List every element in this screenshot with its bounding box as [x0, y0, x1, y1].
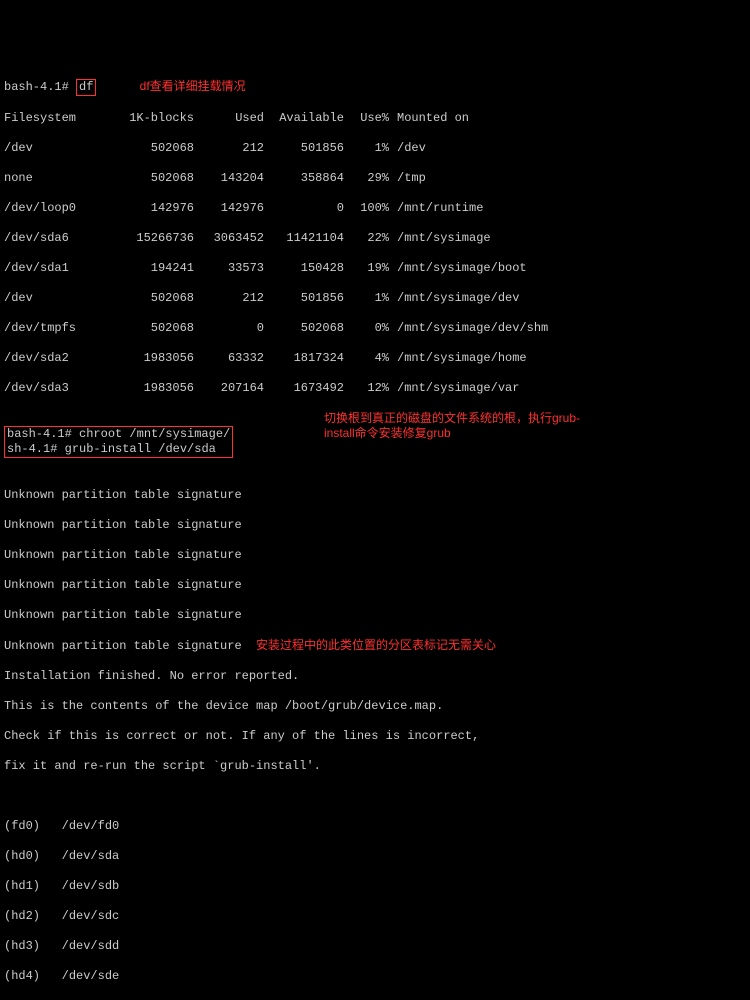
partition-msg: Unknown partition table signature	[4, 488, 746, 503]
devmap-text: Check if this is correct or not. If any …	[4, 729, 746, 744]
cmd-grub-box: bash-4.1# chroot /mnt/sysimage/ sh-4.1# …	[4, 426, 233, 458]
devmap-row: (hd4) /dev/sde	[4, 969, 746, 984]
devmap-text: fix it and re-run the script `grub-insta…	[4, 759, 746, 774]
df-header: Filesystem1K-blocksUsedAvailableUse%Moun…	[4, 111, 746, 126]
df-row: /dev/sda61526673630634521142110422%/mnt/…	[4, 231, 746, 246]
devmap-row: (fd0) /dev/fd0	[4, 819, 746, 834]
devmap-row: (hd3) /dev/sdd	[4, 939, 746, 954]
cmd-df: df	[76, 79, 96, 96]
partition-msg: Unknown partition table signature	[4, 578, 746, 593]
partition-msg: Unknown partition table signature	[4, 548, 746, 563]
anno-df: df查看详细挂载情况	[140, 79, 246, 93]
df-row: /dev5020682125018561%/dev	[4, 141, 746, 156]
devmap-text: This is the contents of the device map /…	[4, 699, 746, 714]
df-row: none50206814320435886429%/tmp	[4, 171, 746, 186]
partition-msg: Unknown partition table signature	[4, 518, 746, 533]
install-done: Installation finished. No error reported…	[4, 669, 746, 684]
partition-msg: Unknown partition table signature	[4, 639, 242, 653]
devmap-row: (hd2) /dev/sdc	[4, 909, 746, 924]
prompt: bash-4.1#	[4, 80, 69, 94]
anno-grub: 切换根到真正的磁盘的文件系统的根，执行grub-install命令安装修复gru…	[324, 411, 584, 441]
df-row: /dev/sda219830566333218173244%/mnt/sysim…	[4, 351, 746, 366]
df-row: /dev/loop01429761429760100%/mnt/runtime	[4, 201, 746, 216]
devmap-row: (hd1) /dev/sdb	[4, 879, 746, 894]
terminal[interactable]: bash-4.1# df df查看详细挂载情况 Filesystem1K-blo…	[4, 64, 746, 1000]
df-row: /dev/tmpfs50206805020680%/mnt/sysimage/d…	[4, 321, 746, 336]
df-row: /dev/sda31983056207164167349212%/mnt/sys…	[4, 381, 746, 396]
anno-partition: 安装过程中的此类位置的分区表标记无需关心	[256, 638, 496, 652]
df-row: /dev/sda11942413357315042819%/mnt/sysima…	[4, 261, 746, 276]
partition-msg: Unknown partition table signature	[4, 608, 746, 623]
df-row: /dev5020682125018561%/mnt/sysimage/dev	[4, 291, 746, 306]
devmap-row: (hd0) /dev/sda	[4, 849, 746, 864]
